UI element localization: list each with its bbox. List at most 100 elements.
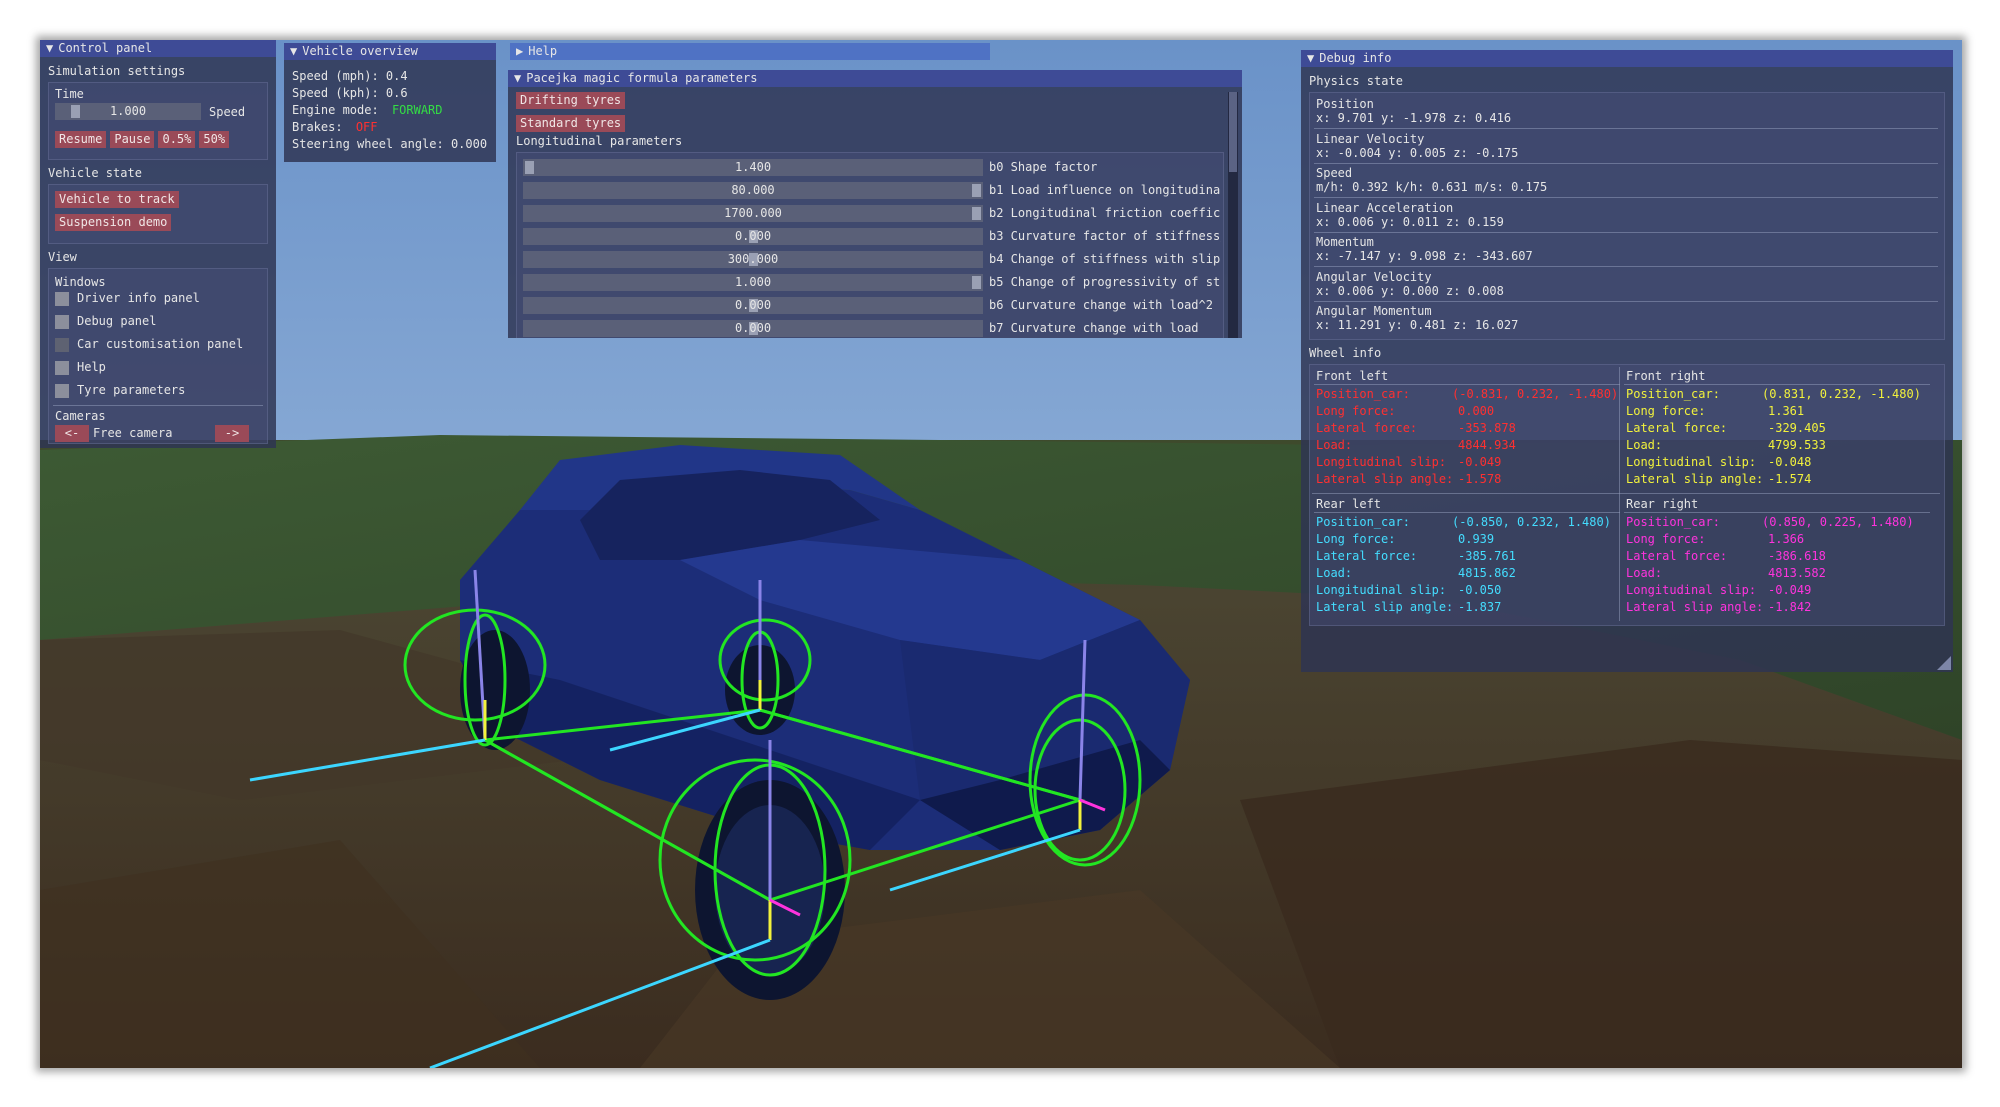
simulation-settings-group: Time 1.000 Speed Resume Pause 0.5% 50% xyxy=(48,82,268,160)
speed-half-percent-button[interactable]: 0.5% xyxy=(158,131,196,148)
wheel-field-value: (-0.850, 0.232, 1.480) xyxy=(1452,515,1611,529)
param-label: b5 Change of progressivity of sti xyxy=(989,275,1221,289)
wheel-info-header: Wheel info xyxy=(1309,346,1382,360)
suspension-demo-button[interactable]: Suspension demo xyxy=(55,214,172,231)
simulation-viewport[interactable]: ▼ Control panel Simulation settings Time … xyxy=(40,40,1962,1068)
vehicle-state-group: Vehicle to track Suspension demo xyxy=(48,184,268,244)
param-slider-handle[interactable] xyxy=(972,207,981,220)
checkbox-box[interactable] xyxy=(55,360,69,375)
brakes-label: Brakes: xyxy=(292,120,343,134)
engine-mode-value: FORWARD xyxy=(391,103,443,117)
collapse-arrow-icon[interactable]: ▼ xyxy=(514,70,521,87)
physics-entry-label: Linear Velocity xyxy=(1316,131,1425,146)
physics-entry-value: x: 0.006 y: 0.011 z: 0.159 xyxy=(1316,214,1504,229)
wheel-field-value: (0.831, 0.232, -1.480) xyxy=(1762,387,1921,401)
wheel-field-label: Load: xyxy=(1626,438,1663,452)
checkbox-box[interactable] xyxy=(55,337,69,352)
physics-entry-label: Position xyxy=(1316,97,1374,111)
checkbox-box[interactable] xyxy=(55,383,69,398)
vehicle-overview-titlebar[interactable]: ▼ Vehicle overview xyxy=(284,43,496,60)
vehicle-to-track-button[interactable]: Vehicle to track xyxy=(55,191,179,208)
param-slider[interactable]: 300.000 xyxy=(523,251,983,268)
wheel-field-label: Load: xyxy=(1316,438,1353,452)
param-slider-handle[interactable] xyxy=(525,161,534,174)
physics-state-group: Position x: 9.701 y: -1.978 z: 0.416 Linea… xyxy=(1309,92,1945,340)
time-value: 1.000 xyxy=(109,104,147,118)
expand-arrow-icon[interactable]: ▶ xyxy=(516,43,523,60)
collapse-arrow-icon[interactable]: ▼ xyxy=(290,43,297,60)
resize-grip-icon[interactable] xyxy=(1937,656,1951,670)
speed-fifty-percent-button[interactable]: 50% xyxy=(199,131,230,148)
time-slider[interactable]: 1.000 xyxy=(55,103,201,120)
param-slider[interactable]: 1.000 xyxy=(523,274,983,291)
divider xyxy=(1314,384,1620,385)
debug-info-window: ▼ Debug info Physics state Position x: 9.7… xyxy=(1301,50,1953,672)
view-header: View xyxy=(48,250,77,264)
standard-tyres-button[interactable]: Standard tyres xyxy=(516,115,626,132)
divider xyxy=(1314,162,1938,164)
param-slider[interactable]: 0.000 xyxy=(523,320,983,337)
wheel-name: Front right xyxy=(1626,369,1706,383)
checkbox-box[interactable] xyxy=(55,314,69,329)
param-slider[interactable]: 0.000 xyxy=(523,297,983,314)
divider xyxy=(1314,512,1620,513)
resume-button[interactable]: Resume xyxy=(55,131,107,148)
checkbox-label: Debug panel xyxy=(77,314,157,328)
pause-button[interactable]: Pause xyxy=(110,131,155,148)
param-slider-handle[interactable] xyxy=(972,184,981,197)
collapse-arrow-icon[interactable]: ▼ xyxy=(46,40,53,57)
vehicle-state-header: Vehicle state xyxy=(48,166,142,180)
wheel-field-label: Lateral slip angle: xyxy=(1626,600,1764,614)
checkbox-label: Tyre parameters xyxy=(77,383,186,397)
checkbox-label: Car customisation panel xyxy=(77,337,244,351)
wheel-field-label: Lateral force: xyxy=(1316,421,1418,435)
wheel-info-group: Front left Position_car: (-0.831, 0.232, -… xyxy=(1309,364,1945,626)
checkbox-box[interactable] xyxy=(55,291,69,306)
checkbox-label: Help xyxy=(77,360,106,374)
physics-entry-value: x: -0.004 y: 0.005 z: -0.175 xyxy=(1316,145,1519,160)
pacejka-title: Pacejka magic formula parameters xyxy=(526,71,758,85)
wheel-field-label: Longitudinal slip: xyxy=(1626,583,1757,597)
divider xyxy=(53,405,263,406)
checkbox-debug-panel[interactable]: Debug panel xyxy=(55,314,156,329)
help-titlebar[interactable]: ▶ Help xyxy=(510,43,990,60)
time-slider-handle[interactable] xyxy=(71,105,80,118)
checkbox-label: Driver info panel xyxy=(77,291,200,305)
drifting-tyres-button[interactable]: Drifting tyres xyxy=(516,92,626,109)
wheel-name: Front left xyxy=(1316,369,1389,383)
physics-entry-label: Momentum xyxy=(1316,235,1374,249)
view-group: Windows Driver info panel Debug panel Ca… xyxy=(48,268,268,444)
wheel-field-label: Longitudinal slip: xyxy=(1316,455,1447,469)
wheel-name: Rear left xyxy=(1316,497,1382,511)
param-value: 0.000 xyxy=(734,321,772,335)
scrollbar-thumb[interactable] xyxy=(1229,92,1237,172)
wheel-field-label: Lateral slip angle: xyxy=(1626,472,1764,486)
param-slider[interactable]: 1.400 xyxy=(523,159,983,176)
param-label: b4 Change of stiffness with slip xyxy=(989,252,1221,266)
wheel-field-value: (-0.831, 0.232, -1.480) xyxy=(1452,387,1619,401)
control-panel-titlebar[interactable]: ▼ Control panel xyxy=(40,40,276,57)
wheel-field-label: Position_car: xyxy=(1316,387,1410,401)
divider xyxy=(1314,231,1938,233)
divider xyxy=(1314,300,1938,302)
pacejka-titlebar[interactable]: ▼ Pacejka magic formula parameters xyxy=(508,70,1242,87)
param-slider-handle[interactable] xyxy=(972,276,981,289)
param-slider[interactable]: 1700.000 xyxy=(523,205,983,222)
param-slider[interactable]: 80.000 xyxy=(523,182,983,199)
checkbox-car-customisation-panel[interactable]: Car customisation panel xyxy=(55,337,243,352)
param-value: 80.000 xyxy=(731,183,775,197)
param-slider[interactable]: 0.000 xyxy=(523,228,983,245)
collapse-arrow-icon[interactable]: ▼ xyxy=(1307,50,1314,67)
checkbox-tyre-parameters[interactable]: Tyre parameters xyxy=(55,383,185,398)
wheel-field-value: -0.050 xyxy=(1458,583,1502,597)
scrollbar[interactable] xyxy=(1228,92,1238,338)
camera-prev-button[interactable]: <- xyxy=(55,425,89,442)
camera-next-button[interactable]: -> xyxy=(215,425,249,442)
brakes-value: OFF xyxy=(355,120,378,134)
checkbox-help[interactable]: Help xyxy=(55,360,106,375)
debug-info-titlebar[interactable]: ▼ Debug info xyxy=(1301,50,1953,67)
divider xyxy=(1314,266,1938,267)
wheel-field-label: Position_car: xyxy=(1316,515,1410,529)
vehicle-overview-window: ▼ Vehicle overview Speed (mph): 0.4 Speed… xyxy=(284,43,496,162)
checkbox-driver-info-panel[interactable]: Driver info panel xyxy=(55,291,200,306)
